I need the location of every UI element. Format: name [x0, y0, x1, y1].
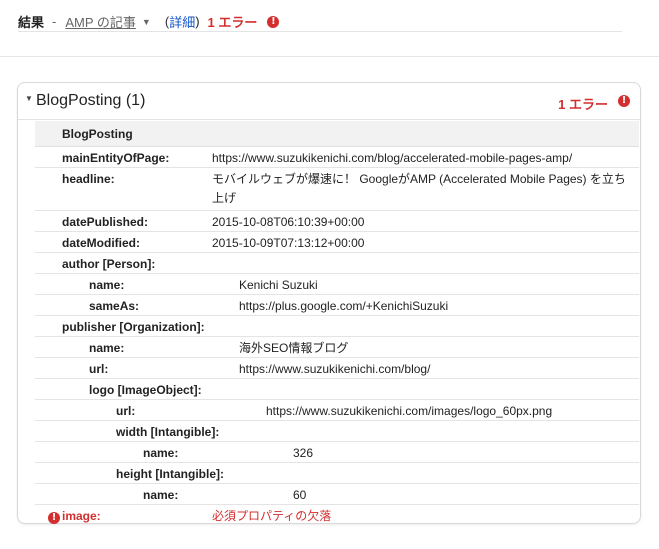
error-count: 1 エラー [207, 15, 258, 30]
property-value: https://www.suzukikenichi.com/blog/accel… [212, 151, 573, 165]
table-row: name: 海外SEO情報ブログ [35, 337, 639, 358]
table-row: name: Kenichi Suzuki [35, 274, 639, 295]
property-key: datePublished: [62, 215, 149, 229]
property-key: name: [143, 488, 179, 502]
property-key: dateModified: [62, 236, 140, 250]
property-value: 2015-10-08T06:10:39+00:00 [212, 215, 365, 229]
results-header-bar: 結果 - AMP の記事 ▼ ( 詳細 ) 1 エラー ! [0, 0, 659, 57]
error-icon: ! [267, 15, 280, 28]
table-row: logo [ImageObject]: [35, 379, 639, 400]
missing-property-message: 必須プロパティの欠落 [212, 509, 332, 523]
property-value: 326 [293, 446, 314, 460]
table-row: dateModified: 2015-10-09T07:13:12+00:00 [35, 232, 639, 253]
property-value: https://plus.google.com/+KenichiSuzuki [239, 299, 449, 313]
property-key: logo [ImageObject]: [89, 383, 202, 397]
property-key: height [Intangible]: [116, 467, 224, 481]
property-value: 2015-10-09T07:13:12+00:00 [212, 236, 365, 250]
property-key: url: [89, 362, 109, 376]
property-value: モバイルウェブが爆速に！ GoogleがAMP (Accelerated Mob… [212, 172, 626, 205]
table-row: height [Intangible]: [35, 463, 639, 484]
detail-paren-close: ) [195, 14, 200, 29]
table-row: sameAs: https://plus.google.com/+Kenichi… [35, 295, 639, 316]
detail-link[interactable]: 詳細 [169, 12, 195, 31]
table-row: url: https://www.suzukikenichi.com/blog/ [35, 358, 639, 379]
property-key: width [Intangible]: [116, 425, 220, 439]
table-row: name: 326 [35, 442, 639, 463]
table-row: name: 60 [35, 484, 639, 505]
blogposting-panel-header[interactable]: ▼ BlogPosting (1) 1 エラー ! [18, 83, 640, 120]
panel-title: BlogPosting (1) [36, 92, 146, 109]
property-key: author [Person]: [62, 257, 156, 271]
table-row: datePublished: 2015-10-08T06:10:39+00:00 [35, 211, 639, 232]
error-icon: ! [618, 95, 630, 107]
results-label: 結果 [18, 15, 45, 30]
property-key: image: [62, 509, 101, 523]
table-row: headline: モバイルウェブが爆速に！ GoogleがAMP (Accel… [35, 168, 639, 211]
property-key: name: [89, 341, 125, 355]
separator: - [52, 14, 57, 29]
table-row: url: https://www.suzukikenichi.com/image… [35, 400, 639, 421]
table-row: mainEntityOfPage: https://www.suzukikeni… [35, 147, 639, 168]
table-row: publisher [Organization]: [35, 316, 639, 337]
error-icon: ! [48, 512, 60, 524]
property-value: https://www.suzukikenichi.com/images/log… [266, 404, 553, 418]
property-value: 60 [293, 488, 307, 502]
property-value: 海外SEO情報ブログ [239, 341, 349, 355]
property-key: sameAs: [89, 299, 140, 313]
property-key: mainEntityOfPage: [62, 151, 170, 165]
type-header-row: BlogPosting [35, 121, 639, 147]
property-key: name: [143, 446, 179, 460]
property-key: url: [116, 404, 136, 418]
collapse-triangle-icon[interactable]: ▼ [25, 94, 33, 103]
type-name: BlogPosting [62, 127, 133, 141]
property-key: name: [89, 278, 125, 292]
panel-error-count: 1 エラー [558, 97, 608, 112]
table-row: width [Intangible]: [35, 421, 639, 442]
property-key: headline: [62, 172, 115, 186]
property-key: publisher [Organization]: [62, 320, 205, 334]
table-row: author [Person]: [35, 253, 639, 274]
missing-property-row: ! image: 必須プロパティの欠落 [35, 505, 639, 525]
property-value: https://www.suzukikenichi.com/blog/ [239, 362, 431, 376]
property-value: Kenichi Suzuki [239, 278, 318, 292]
results-summary: 結果 - AMP の記事 ▼ ( 詳細 ) 1 エラー ! [18, 12, 622, 32]
amp-article-dropdown[interactable]: AMP の記事 [65, 12, 136, 31]
chevron-down-icon[interactable]: ▼ [142, 17, 151, 27]
